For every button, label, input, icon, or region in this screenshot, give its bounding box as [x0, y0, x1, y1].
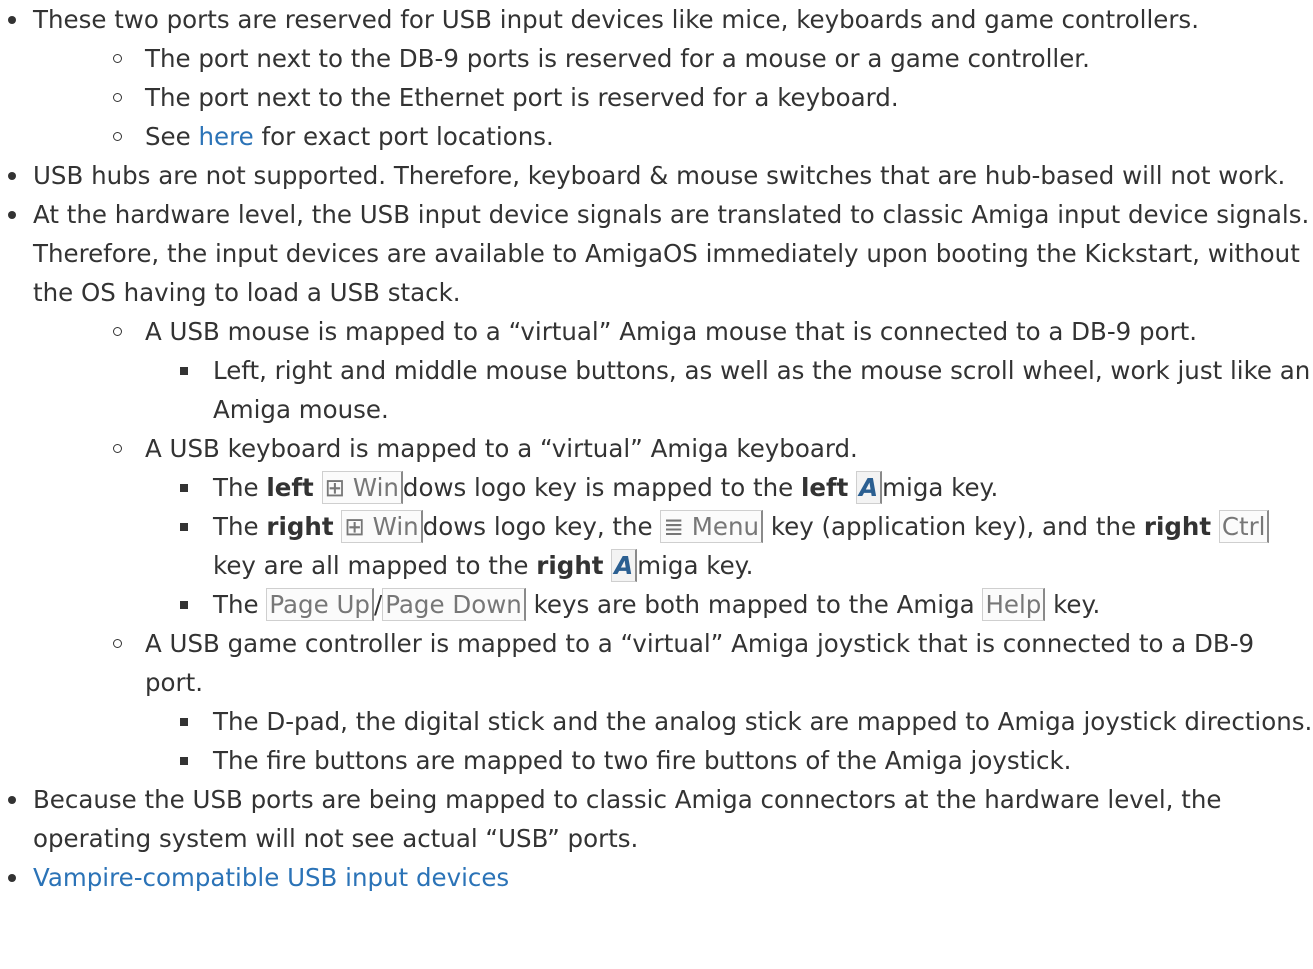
text: miga key. [882, 473, 999, 502]
sub-item-mouse: A USB mouse is mapped to a “virtual” Ami… [111, 312, 1313, 429]
bold-right: right [1143, 512, 1212, 541]
slash: / [373, 590, 383, 619]
bold-left: left [800, 473, 849, 502]
text: key (application key), and the [770, 512, 1137, 541]
port-locations-text: for exact port locations. [261, 122, 554, 151]
sub-list: The port next to the DB-9 ports is reser… [111, 39, 1313, 156]
text: key. [1053, 590, 1101, 619]
text: The [213, 473, 259, 502]
windows-key: ⊞ Win [341, 510, 423, 543]
compatible-devices-link[interactable]: Vampire-compatible USB input devices [33, 863, 509, 892]
see-text: See [145, 122, 191, 151]
text: miga key. [637, 551, 754, 580]
bold-left: left [266, 473, 314, 502]
sub-item-text: A USB keyboard is mapped to a “virtual” … [145, 434, 858, 463]
sub-sub-item-page-keys: The Page Up / Page Down keys are both mapp… [178, 585, 1313, 624]
sub-item-text: The port next to the DB-9 ports is reser… [145, 44, 1090, 73]
page-down-key: Page Down [382, 588, 526, 621]
sub-sub-list: The D-pad, the digital stick and the ana… [178, 702, 1313, 780]
text: The [213, 590, 259, 619]
bold-right: right [266, 512, 334, 541]
amiga-key: A [856, 471, 883, 504]
amiga-key: A [611, 549, 638, 582]
sub-sub-item-text: Left, right and middle mouse buttons, as… [213, 356, 1311, 424]
text: The [213, 512, 259, 541]
list-item-ports: These two ports are reserved for USB inp… [0, 0, 1313, 156]
sub-item-keyboard: A USB keyboard is mapped to a “virtual” … [111, 429, 1313, 624]
list-item-text: USB hubs are not supported. Therefore, k… [33, 161, 1286, 190]
list-item-text: Because the USB ports are being mapped t… [33, 785, 1222, 853]
sub-list: A USB mouse is mapped to a “virtual” Ami… [111, 312, 1313, 780]
menu-key: ≣ Menu [660, 510, 764, 543]
sub-sub-item-dpad: The D-pad, the digital stick and the ana… [178, 702, 1313, 741]
sub-item-game-controller: A USB game controller is mapped to a “vi… [111, 624, 1313, 780]
list-item-compatible-devices: Vampire-compatible USB input devices [0, 858, 1313, 897]
text: dows logo key, the [422, 512, 653, 541]
list-item-os: Because the USB ports are being mapped t… [0, 780, 1313, 858]
sub-sub-item-mouse-buttons: Left, right and middle mouse buttons, as… [178, 351, 1313, 429]
list-item-text: At the hardware level, the USB input dev… [33, 200, 1310, 307]
list-item-text: These two ports are reserved for USB inp… [33, 5, 1199, 34]
help-key: Help [982, 588, 1046, 621]
list-item-hardware: At the hardware level, the USB input dev… [0, 195, 1313, 780]
windows-key: ⊞ Win [321, 471, 403, 504]
sub-item-ethernet: The port next to the Ethernet port is re… [111, 78, 1313, 117]
sub-item-text: The port next to the Ethernet port is re… [145, 83, 899, 112]
ctrl-key: Ctrl [1218, 510, 1270, 543]
sub-item-text: A USB game controller is mapped to a “vi… [145, 629, 1255, 697]
main-list: These two ports are reserved for USB inp… [0, 0, 1313, 897]
list-item-hubs: USB hubs are not supported. Therefore, k… [0, 156, 1313, 195]
text: key are all mapped to the [213, 551, 529, 580]
page-up-key: Page Up [266, 588, 374, 621]
sub-sub-item-right-win: The right ⊞ Win dows logo key, the ≣ Menu… [178, 507, 1313, 585]
here-link[interactable]: here [199, 122, 254, 151]
text: keys are both mapped to the Amiga [533, 590, 975, 619]
text: dows logo key is mapped to the [402, 473, 794, 502]
sub-item-see-here: See here for exact port locations. [111, 117, 1313, 156]
sub-sub-item-fire-buttons: The fire buttons are mapped to two fire … [178, 741, 1313, 780]
sub-sub-item-text: The D-pad, the digital stick and the ana… [213, 707, 1313, 736]
sub-sub-list: Left, right and middle mouse buttons, as… [178, 351, 1313, 429]
sub-item-text: A USB mouse is mapped to a “virtual” Ami… [145, 317, 1198, 346]
sub-item-db9: The port next to the DB-9 ports is reser… [111, 39, 1313, 78]
sub-sub-list: The left ⊞ Win dows logo key is mapped to… [178, 468, 1313, 624]
page: These two ports are reserved for USB inp… [0, 0, 1313, 969]
bold-right: right [536, 551, 604, 580]
sub-sub-item-left-win: The left ⊞ Win dows logo key is mapped to… [178, 468, 1313, 507]
sub-sub-item-text: The fire buttons are mapped to two fire … [213, 746, 1072, 775]
